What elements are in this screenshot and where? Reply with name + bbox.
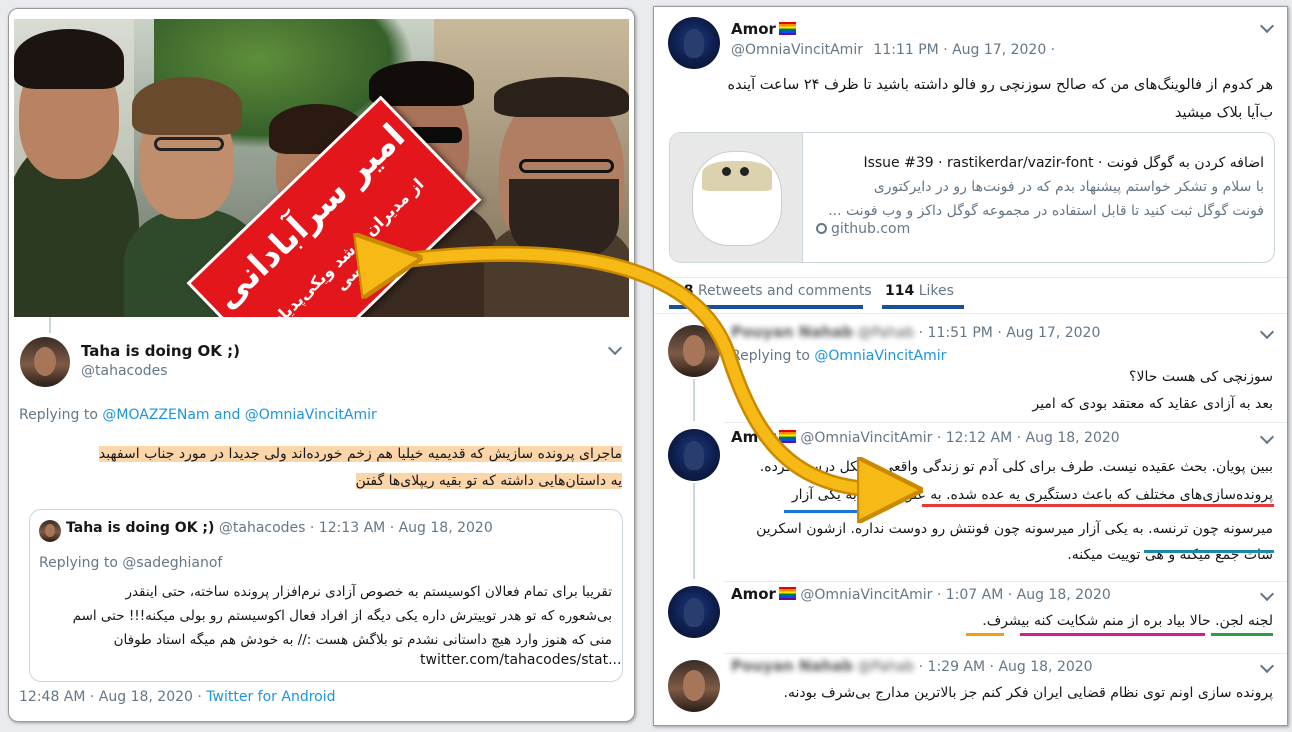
tweet-text: ماجرای پرونده سازیش که قدیمیه خیلیا هم ز…: [98, 446, 622, 489]
amor-avatar[interactable]: [668, 17, 720, 69]
link-icon: [816, 223, 827, 234]
teal-underline: [1144, 550, 1274, 553]
reply-text: لجنه لجن. حالا بیاد بره از منم شکایت کنه…: [982, 613, 1273, 629]
right-thread-panel: Amor @OmniaVincitAmir 11:11 PM · Aug 17,…: [653, 6, 1288, 726]
author-name[interactable]: Taha is doing OK ;): [81, 342, 240, 360]
likes-underline: [882, 305, 964, 309]
taha-avatar[interactable]: [20, 337, 70, 387]
mention-omniavincitamir[interactable]: @OmniaVincitAmir: [814, 348, 946, 364]
pouyan-avatar[interactable]: [668, 325, 720, 377]
tweet-source[interactable]: Twitter for Android: [206, 689, 335, 705]
main-tweet-text: هر کدوم از فالوینگ‌های من که صالح سوزنچی…: [727, 77, 1273, 121]
reply-author-handle[interactable]: @OmniaVincitAmir: [800, 430, 932, 446]
retweets-underline: [669, 305, 863, 309]
reply-text: سوزنچی کی هست حالا؟ بعد به آزادی عقاید ک…: [1032, 369, 1273, 412]
group-photo: امیر سرآبادانی از مدیران ارشد ویکی‌پدیای…: [14, 19, 629, 317]
reply-author-handle[interactable]: @OmniaVincitAmir: [800, 587, 932, 603]
mention-moazzenam[interactable]: @MOAZZENam: [102, 407, 209, 423]
quoted-link[interactable]: twitter.com/tahacodes/stat...: [420, 652, 621, 668]
main-time[interactable]: 11:11 PM · Aug 17, 2020 ·: [873, 42, 1055, 58]
retweets-stat[interactable]: 28 Retweets and comments: [674, 283, 872, 299]
screenshot-collage: امیر سرآبادانی از مدیران ارشد ویکی‌پدیای…: [0, 0, 1292, 732]
quoted-avatar: [39, 520, 61, 542]
rainbow-flag-icon: [778, 22, 796, 35]
reply-author-name[interactable]: Amor: [731, 585, 776, 603]
chevron-down-icon[interactable]: [1259, 658, 1275, 674]
reply-time[interactable]: · 1:07 AM · Aug 18, 2020: [937, 587, 1111, 603]
pink-underline: [1020, 633, 1205, 636]
tweet-footer: 12:48 AM · Aug 18, 2020 · Twitter for An…: [19, 689, 336, 705]
amor-avatar[interactable]: [668, 586, 720, 638]
amor-avatar[interactable]: [668, 429, 720, 481]
chevron-down-icon[interactable]: [1259, 586, 1275, 602]
quoted-name: Taha is doing OK ;): [66, 520, 215, 536]
card-text: اضافه کردن به گوگل فونت · Issue #39 · ra…: [828, 155, 1264, 219]
blue-underline: [784, 510, 866, 513]
reply-author-name[interactable]: Pouyan Nahab: [731, 657, 853, 675]
reply-author-handle[interactable]: @Pahab: [857, 659, 914, 675]
tweet-timestamp[interactable]: 12:48 AM · Aug 18, 2020: [19, 689, 193, 705]
chevron-down-icon[interactable]: [1259, 429, 1275, 445]
quoted-handle: @tahacodes: [218, 520, 306, 536]
green-underline: [1211, 633, 1273, 636]
mention-omniavincitamir[interactable]: @OmniaVincitAmir: [245, 407, 377, 423]
quoted-tweet[interactable]: Taha is doing OK ;) @tahacodes · 12:13 A…: [29, 509, 623, 682]
main-author-name[interactable]: Amor: [731, 20, 776, 38]
chevron-down-icon[interactable]: [1259, 18, 1275, 34]
orange-underline: [966, 633, 1004, 636]
main-author-handle[interactable]: @OmniaVincitAmir: [731, 42, 863, 58]
card-domain: github.com: [831, 221, 911, 237]
rainbow-flag-icon: [778, 587, 796, 600]
reply-time[interactable]: · 11:51 PM · Aug 17, 2020: [919, 325, 1101, 341]
reply-author-name[interactable]: Amor: [731, 428, 776, 446]
chevron-down-icon[interactable]: [607, 340, 623, 356]
reply-author-name[interactable]: Pouyan Nahab: [731, 323, 853, 341]
reply-text: پرونده سازی اونم توی نظام قضایی ایران فک…: [783, 685, 1273, 701]
card-thumbnail: [670, 133, 803, 262]
author-handle[interactable]: @tahacodes: [81, 363, 168, 379]
rainbow-flag-icon: [778, 430, 796, 443]
chevron-down-icon[interactable]: [1259, 324, 1275, 340]
pouyan-avatar[interactable]: [668, 660, 720, 712]
link-card[interactable]: اضافه کردن به گوگل فونت · Issue #39 · ra…: [669, 132, 1275, 263]
left-tweet-panel: امیر سرآبادانی از مدیران ارشد ویکی‌پدیای…: [8, 8, 635, 722]
reply-author-handle[interactable]: @Pahab: [857, 325, 914, 341]
likes-stat[interactable]: 114 Likes: [885, 283, 954, 299]
quoted-time: · 12:13 AM · Aug 18, 2020: [309, 520, 493, 536]
reply-time[interactable]: · 12:12 AM · Aug 18, 2020: [937, 430, 1120, 446]
quoted-text: تقریبا برای تمام فعالان اکوسیستم به خصوص…: [72, 584, 612, 648]
replying-to: Replying to @MOAZZENam and @OmniaVincitA…: [19, 407, 377, 423]
replying-to: Replying to @OmniaVincitAmir: [731, 348, 947, 364]
reply-time[interactable]: · 1:29 AM · Aug 18, 2020: [919, 659, 1093, 675]
red-underline: [922, 504, 1274, 507]
quoted-replying: Replying to @sadeghianof: [39, 555, 223, 571]
